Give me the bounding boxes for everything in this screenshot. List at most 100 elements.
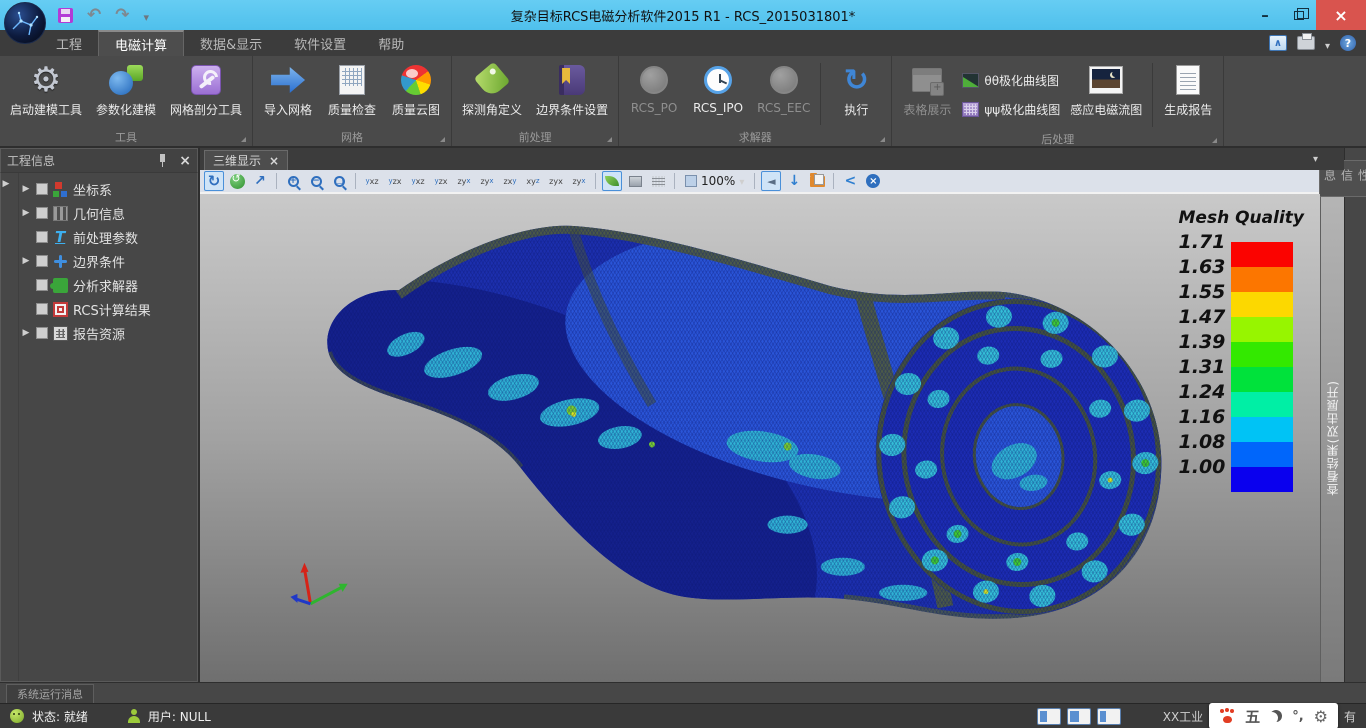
group-expand-icon[interactable] [1212, 138, 1217, 143]
zoom-window-button[interactable]: □ [329, 171, 349, 191]
view-xz-button[interactable]: yxz [362, 171, 382, 191]
ime-settings-icon[interactable] [1314, 707, 1328, 726]
tab-em-computation[interactable]: 电磁计算 [98, 30, 184, 56]
layout-left-button[interactable] [1037, 708, 1061, 725]
view-zy-button[interactable]: zyx [454, 171, 474, 191]
toolbar-overflow-icon[interactable] [1313, 147, 1318, 166]
checkbox[interactable] [36, 303, 48, 315]
view-zy2-button[interactable]: zyx [477, 171, 497, 191]
tree-item-geometry-info[interactable]: ▶ 几何信息 [21, 201, 197, 225]
boundary-condition-settings-button[interactable]: 边界条件设置 [530, 59, 614, 121]
mesh-partition-tool-button[interactable]: 网格剖分工具 [164, 59, 248, 121]
tab-data-display[interactable]: 数据&显示 [184, 30, 278, 56]
previous-view-button[interactable] [761, 171, 781, 191]
3d-viewport[interactable]: Mesh Quality 1.711.63 1.551.47 1.391.31 … [200, 194, 1320, 682]
clear-view-button[interactable] [863, 171, 883, 191]
chevron-right-icon[interactable]: ▶ [21, 184, 31, 194]
app-logo-icon[interactable] [4, 2, 46, 44]
ime-punctuation[interactable]: °, [1292, 709, 1303, 724]
close-panel-icon[interactable] [179, 153, 191, 169]
ribbon: 启动建模工具 参数化建模 网格剖分工具 工具 导入网格 [0, 56, 1366, 148]
view-zx-button[interactable]: yzx [385, 171, 405, 191]
collapse-ribbon-icon[interactable] [1269, 35, 1287, 51]
chevron-down-icon [739, 174, 744, 188]
checkbox[interactable] [36, 327, 48, 339]
chevron-right-icon[interactable]: ▶ [21, 328, 31, 338]
restore-button[interactable] [1282, 0, 1316, 30]
psi-polarization-curve-button[interactable]: ψψ极化曲线图 [960, 99, 1062, 120]
view-down-button[interactable] [784, 171, 804, 191]
ribbon-group-tools: 启动建模工具 参数化建模 网格剖分工具 工具 [0, 56, 253, 146]
viewport-tab-bar: 三维显示 [200, 148, 1344, 170]
moon-icon[interactable] [1270, 710, 1282, 722]
import-mesh-button[interactable]: 导入网格 [257, 59, 319, 121]
tree-item-coordinate-system[interactable]: ▶ 坐标系 [21, 177, 197, 201]
view-zx3-button[interactable]: zxy [500, 171, 520, 191]
view-xz2-button[interactable]: yxz [408, 171, 428, 191]
printer-dropdown-icon[interactable] [1325, 34, 1330, 53]
chevron-right-icon[interactable]: ▶ [21, 208, 31, 218]
detection-angle-button[interactable]: 探测角定义 [456, 59, 528, 121]
tree-item-report-resources[interactable]: ▶ 报告资源 [21, 321, 197, 345]
induced-em-current-map-button[interactable]: 感应电磁流图 [1064, 59, 1148, 121]
launch-modeling-tool-button[interactable]: 启动建模工具 [4, 59, 88, 121]
tree-item-preprocess-params[interactable]: ▶ 前处理参数 [21, 225, 197, 249]
tab-project[interactable]: 工程 [40, 30, 98, 56]
pin-icon[interactable] [158, 154, 167, 167]
zoom-level-combo[interactable]: 100% [681, 171, 748, 191]
checkbox[interactable] [36, 279, 48, 291]
shaded-mode-button[interactable] [602, 171, 622, 191]
group-expand-icon[interactable] [607, 137, 612, 142]
share-view-button[interactable] [840, 171, 860, 191]
orbit-view-button[interactable] [227, 171, 247, 191]
tab-3d-display[interactable]: 三维显示 [204, 150, 288, 170]
view-results-collapsed-panel[interactable]: 查看结果(双击展开) [1320, 194, 1344, 682]
close-button[interactable] [1316, 0, 1366, 30]
tab-help[interactable]: 帮助 [362, 30, 420, 56]
chevron-right-icon[interactable]: ▶ [21, 256, 31, 266]
import-arrow-icon [271, 67, 305, 93]
checkbox[interactable] [36, 255, 48, 267]
quality-cloud-map-button[interactable]: 质量云图 [385, 59, 447, 121]
view-xy-button[interactable]: xyz [523, 171, 543, 191]
ime-paw-icon[interactable] [1219, 709, 1235, 723]
quality-check-button[interactable]: 质量检查 [321, 59, 383, 121]
checkbox[interactable] [36, 183, 48, 195]
layout-right-button[interactable] [1097, 708, 1121, 725]
ime-toolbar[interactable]: 五 °, [1209, 703, 1338, 728]
tree-item-analysis-solver[interactable]: ▶ 分析求解器 [21, 273, 197, 297]
parametric-modeling-button[interactable]: 参数化建模 [90, 59, 162, 121]
tree-item-rcs-results[interactable]: ▶ RCS计算结果 [21, 297, 197, 321]
layout-center-button[interactable] [1067, 708, 1091, 725]
help-icon[interactable] [1340, 35, 1356, 51]
pan-view-button[interactable] [250, 171, 270, 191]
window-title: 复杂目标RCS电磁分析软件2015 R1 - RCS_2015031801* [0, 6, 1366, 25]
group-expand-icon[interactable] [440, 137, 445, 142]
surface-mode-button[interactable] [625, 171, 645, 191]
view-iso-button[interactable]: zyx [569, 171, 589, 191]
coordinate-system-icon [53, 182, 68, 197]
tab-software-settings[interactable]: 软件设置 [278, 30, 362, 56]
ime-mode-char[interactable]: 五 [1245, 706, 1260, 727]
execute-button[interactable]: 执行 [825, 59, 887, 121]
system-messages-tab[interactable]: 系统运行消息 [6, 684, 94, 703]
checkbox[interactable] [36, 231, 48, 243]
close-tab-icon[interactable] [269, 154, 279, 168]
rotate-view-button[interactable] [204, 171, 224, 191]
chevron-right-icon[interactable]: ▶ [1, 179, 11, 189]
view-zyx-button[interactable]: zyx [546, 171, 566, 191]
theta-polarization-curve-button[interactable]: θθ极化曲线图 [960, 70, 1062, 91]
tree-item-boundary-conditions[interactable]: ▶ 边界条件 [21, 249, 197, 273]
minimize-button[interactable] [1248, 0, 1282, 30]
generate-report-button[interactable]: 生成报告 [1157, 59, 1219, 121]
zoom-in-button[interactable]: + [283, 171, 303, 191]
zoom-out-button[interactable]: − [306, 171, 326, 191]
group-expand-icon[interactable] [880, 137, 885, 142]
rcs-ipo-button[interactable]: RCS_IPO [687, 59, 749, 118]
group-expand-icon[interactable] [241, 137, 246, 142]
view-zx2-button[interactable]: yzx [431, 171, 451, 191]
checkbox[interactable] [36, 207, 48, 219]
points-mode-button[interactable] [648, 171, 668, 191]
capture-view-button[interactable] [807, 171, 827, 191]
printer-icon[interactable] [1297, 36, 1315, 50]
